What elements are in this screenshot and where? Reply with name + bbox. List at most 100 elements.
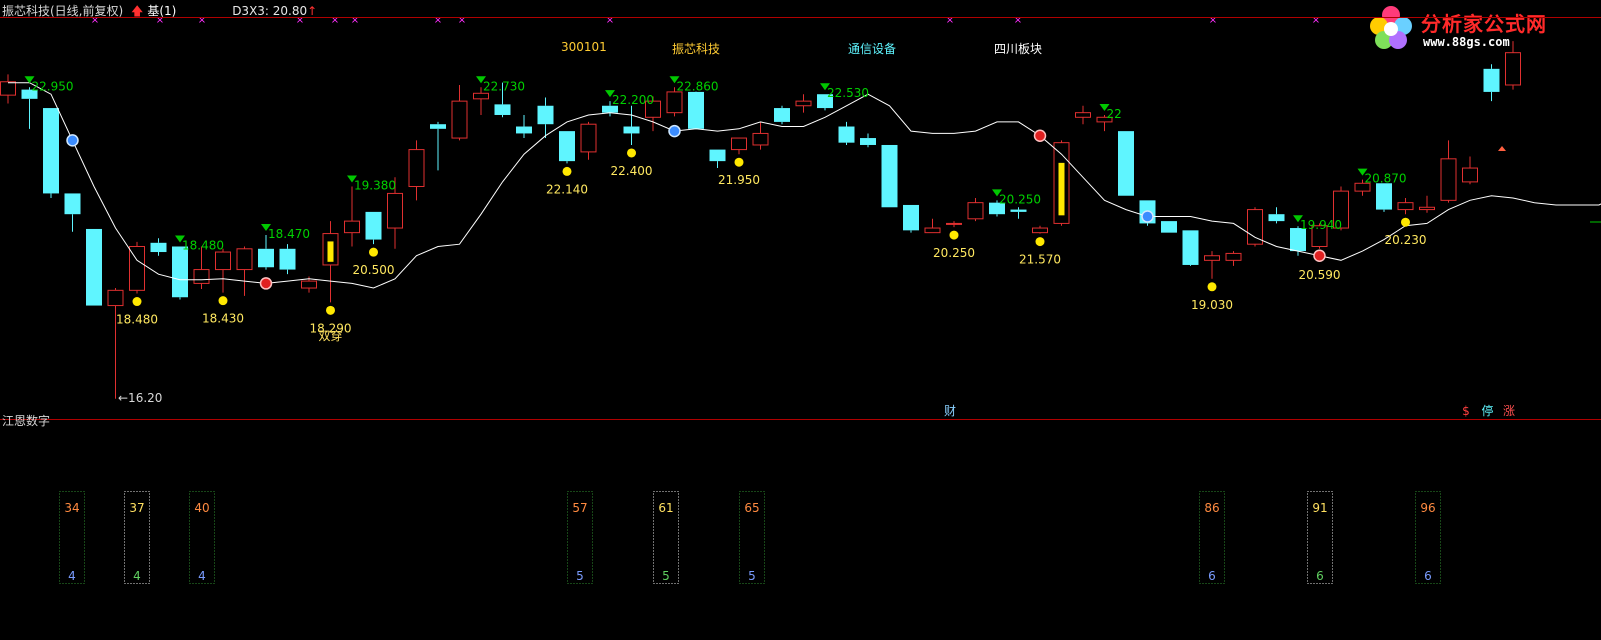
candle-body-down (258, 248, 274, 268)
gann-top-number: 86 (1204, 501, 1219, 515)
candle-body-down (1376, 183, 1392, 210)
low-price-label: 22.400 (611, 164, 653, 178)
small-up-marker-icon (1498, 146, 1506, 151)
high-price-label: 22.950 (32, 79, 74, 93)
low-dot-icon (369, 247, 378, 257)
magenta-x-mark: × (91, 15, 99, 26)
gann-top-number: 65 (744, 501, 759, 515)
candle-body-down (1268, 214, 1285, 222)
low-price-label: 21.950 (718, 173, 760, 187)
low-price-label: 18.430 (202, 312, 244, 326)
high-price-label: 22.200 (612, 93, 654, 107)
candle-body-up (967, 202, 984, 220)
candle-body-down (709, 149, 726, 162)
magenta-x-mark: × (1209, 15, 1217, 26)
blue-ball-icon (668, 124, 681, 138)
low-dot-icon (562, 166, 572, 176)
bottom-tag: $ (1462, 404, 1470, 418)
high-price-label: 19.940 (1300, 218, 1342, 232)
candle-body-down (903, 204, 919, 231)
candle-body-down (172, 246, 188, 298)
magenta-x-mark: × (458, 15, 466, 26)
bottom-tag: 停 (1481, 403, 1493, 418)
candle-body-up (1440, 158, 1457, 201)
candle-body-up (387, 192, 403, 229)
low-price-label: 20.500 (353, 263, 395, 277)
low-dot-icon (1035, 237, 1045, 247)
low-dot-icon (132, 297, 142, 307)
magenta-x-mark: × (434, 15, 442, 26)
yellow-signal-bar (327, 241, 334, 262)
magenta-x-mark: × (351, 15, 359, 26)
candle-body-up (107, 289, 124, 307)
candle-body-up (731, 137, 747, 151)
gann-bottom-number: 4 (133, 569, 141, 583)
magenta-x-mark: × (1014, 15, 1022, 26)
candle-body-down (559, 131, 575, 162)
magenta-x-mark: × (296, 15, 304, 26)
blue-ball-icon (66, 134, 79, 147)
high-price-label: 22 (1107, 107, 1122, 121)
magenta-x-mark: × (606, 15, 614, 26)
gann-bottom-number: 5 (748, 569, 756, 583)
candle-body-up (924, 227, 941, 234)
red-ball-icon (1033, 129, 1047, 142)
candle-body-down (623, 126, 640, 134)
gann-indicator-panel: 34 4 37 4 40 4 57 5 61 5 65 5 86 6 91 6 96 6 (0, 420, 1601, 640)
candle-body-up (1075, 112, 1091, 118)
candle-body-up (451, 100, 468, 139)
low-dot-icon (1401, 217, 1410, 227)
gann-top-number: 61 (658, 501, 673, 515)
gann-bottom-number: 4 (68, 569, 76, 583)
candle-body-up (1204, 255, 1220, 261)
candle-body-down (774, 108, 790, 122)
gann-top-number: 57 (572, 501, 587, 515)
candle-body-up (1505, 52, 1521, 86)
candle-body-up (473, 92, 489, 100)
candle-body-up (193, 269, 210, 284)
gann-bottom-number: 6 (1424, 569, 1432, 583)
bottom-tag: 涨 (1503, 403, 1515, 418)
bottom-tag: 财 (944, 404, 956, 418)
candle-body-down (1118, 131, 1134, 196)
candle-body-up (1419, 206, 1435, 211)
gann-bottom-number: 4 (198, 569, 206, 583)
candle-body-up (344, 220, 360, 234)
candle-body-up (1032, 227, 1048, 234)
candle-body-up (580, 123, 597, 153)
high-price-label: 18.480 (182, 238, 224, 252)
gann-bottom-number: 6 (1208, 569, 1216, 583)
magenta-x-mark: × (946, 15, 954, 26)
high-price-label: 22.530 (827, 86, 869, 100)
candle-body-down (430, 124, 446, 129)
low-dot-icon (627, 148, 636, 158)
candle-body-down (1010, 209, 1027, 212)
candle-body-down (516, 126, 532, 134)
magenta-x-mark: × (156, 15, 164, 26)
candle-body-up (946, 222, 962, 225)
candle-body-down (537, 105, 554, 125)
magenta-x-mark: × (198, 15, 206, 26)
candle-body-up (0, 81, 16, 96)
candle-body-down (86, 228, 102, 306)
double-cross-label: 双穿 (318, 328, 342, 343)
low-dot-icon (1207, 282, 1217, 292)
magenta-x-mark: × (1312, 15, 1320, 26)
candle-body-down (1161, 221, 1177, 233)
low-price-label: 19.030 (1191, 298, 1233, 312)
gann-bottom-number: 6 (1316, 569, 1324, 583)
magenta-x-mark: × (331, 15, 339, 26)
candle-body-down (64, 193, 81, 215)
blue-ball-icon (1141, 210, 1154, 223)
magenta-marks: × × × × × × × × × × × × × (91, 15, 1320, 26)
candle-body-up (215, 251, 231, 271)
candle-body-up (752, 132, 769, 146)
gann-top-number: 96 (1420, 501, 1435, 515)
candle-body-down (43, 108, 59, 194)
high-price-label: 22.730 (483, 79, 525, 93)
sub-indicator-title: 江恩数字 (2, 414, 51, 428)
yellow-signal-bar (1058, 162, 1065, 216)
low-price-label: 20.250 (933, 246, 975, 260)
candle-body-down (860, 138, 876, 145)
high-price-label: 19.380 (354, 179, 396, 193)
